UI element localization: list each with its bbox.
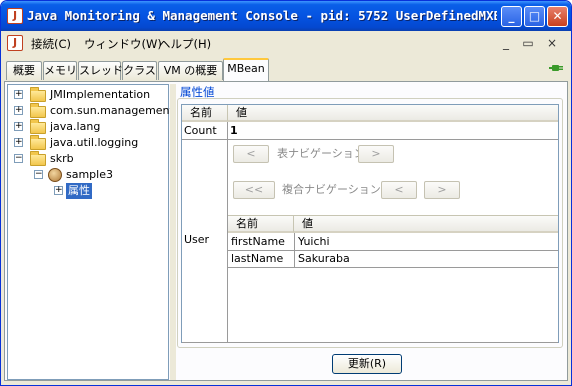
folder-icon [30,119,46,134]
attribute-name[interactable]: User [182,232,228,248]
mdi-close-icon[interactable]: × [544,35,560,51]
tree-item-label: java.lang [50,120,101,133]
column-header-value[interactable]: 値 [228,105,558,122]
tab-threads[interactable]: スレッド [78,61,123,80]
menu-bar: J 接続(C) ウィンドウ(W) ヘルプ(H) _ ▭ × [1,31,571,54]
expand-icon[interactable]: + [54,186,63,195]
minimize-button[interactable]: _ [501,6,522,27]
maximize-icon: □ [528,9,541,23]
tab-memory[interactable]: メモリ [43,61,77,80]
column-divider [294,233,295,268]
minimize-icon: _ [508,9,515,23]
tab-bar: 概要 メモリ スレッド クラス VM の概要 MBean [1,57,571,81]
mbean-panel: + JMImplementation + com.sun.management … [4,81,568,381]
table-next-button[interactable]: > [358,145,394,163]
inner-attribute-name[interactable]: firstName [229,234,285,250]
inner-column-header-name[interactable]: 名前 [228,216,294,233]
tab-overview[interactable]: 概要 [6,61,42,80]
attribute-value[interactable]: 1 [228,123,238,139]
composite-prev-button[interactable]: < [381,181,417,199]
tree-item-label: sample3 [66,168,113,181]
composite-first-button[interactable]: << [233,181,275,199]
attribute-table[interactable]: 名前 値 Count 1 User < 表ナビゲーション > << 複合ナビゲー… [181,104,559,343]
java-icon[interactable]: J [7,35,23,51]
expand-icon[interactable]: + [14,138,23,147]
tab-classes[interactable]: クラス [122,61,157,80]
mdi-minimize-icon[interactable]: _ [498,35,514,51]
maximize-button[interactable]: □ [524,6,545,27]
tree-item-label: skrb [50,152,74,165]
bean-icon [48,168,62,182]
window-title: Java Monitoring & Management Console - p… [27,8,497,23]
row-divider [182,342,558,343]
collapse-icon[interactable]: − [34,170,43,179]
connection-plug-icon[interactable] [549,61,563,75]
tab-vm-summary[interactable]: VM の概要 [158,61,223,80]
attribute-pane: 属性値 名前 値 Count 1 User < 表ナビゲーション > << 複合… [176,82,567,380]
close-button[interactable]: ✕ [547,6,568,27]
main-window: J Java Monitoring & Management Console -… [0,0,572,386]
menu-window[interactable]: ウィンドウ(W) [84,36,162,52]
row-divider [228,267,558,268]
tree-item-label: java.util.logging [50,136,139,149]
table-prev-button[interactable]: < [233,145,269,163]
refresh-button[interactable]: 更新(R) [332,354,402,374]
folder-icon [30,103,46,118]
row-divider [182,139,558,140]
composite-next-button[interactable]: > [424,181,460,199]
column-header-name[interactable]: 名前 [182,105,228,122]
row-divider [228,215,558,216]
menu-connect[interactable]: 接続(C) [31,36,71,52]
menu-help[interactable]: ヘルプ(H) [159,36,211,52]
expand-icon[interactable]: + [14,106,23,115]
inner-column-header-value[interactable]: 値 [294,216,558,233]
tree-item-label: JMImplementation [50,88,151,101]
inner-attribute-value[interactable]: Yuichi [296,234,330,250]
table-navigation-label: 表ナビゲーション [277,147,365,160]
collapse-icon[interactable]: − [14,154,23,163]
expand-icon[interactable]: + [14,90,23,99]
mdi-restore-icon[interactable]: ▭ [520,35,536,51]
attribute-name[interactable]: Count [182,123,228,139]
tab-mbean[interactable]: MBean [223,58,269,81]
tree-item-label: com.sun.management [50,104,174,117]
inner-attribute-name[interactable]: lastName [229,251,283,267]
close-icon: ✕ [552,9,563,23]
java-icon: J [7,8,23,24]
folder-icon [30,135,46,150]
inner-attribute-value[interactable]: Sakuraba [296,251,350,267]
folder-icon [30,87,46,102]
folder-icon [30,151,46,166]
expand-icon[interactable]: + [14,122,23,131]
tree-item-label: 属性 [66,183,92,199]
title-bar[interactable]: J Java Monitoring & Management Console -… [1,1,571,31]
composite-navigation-label: 複合ナビゲーション [282,183,381,196]
mbean-tree[interactable]: + JMImplementation + com.sun.management … [7,84,174,380]
